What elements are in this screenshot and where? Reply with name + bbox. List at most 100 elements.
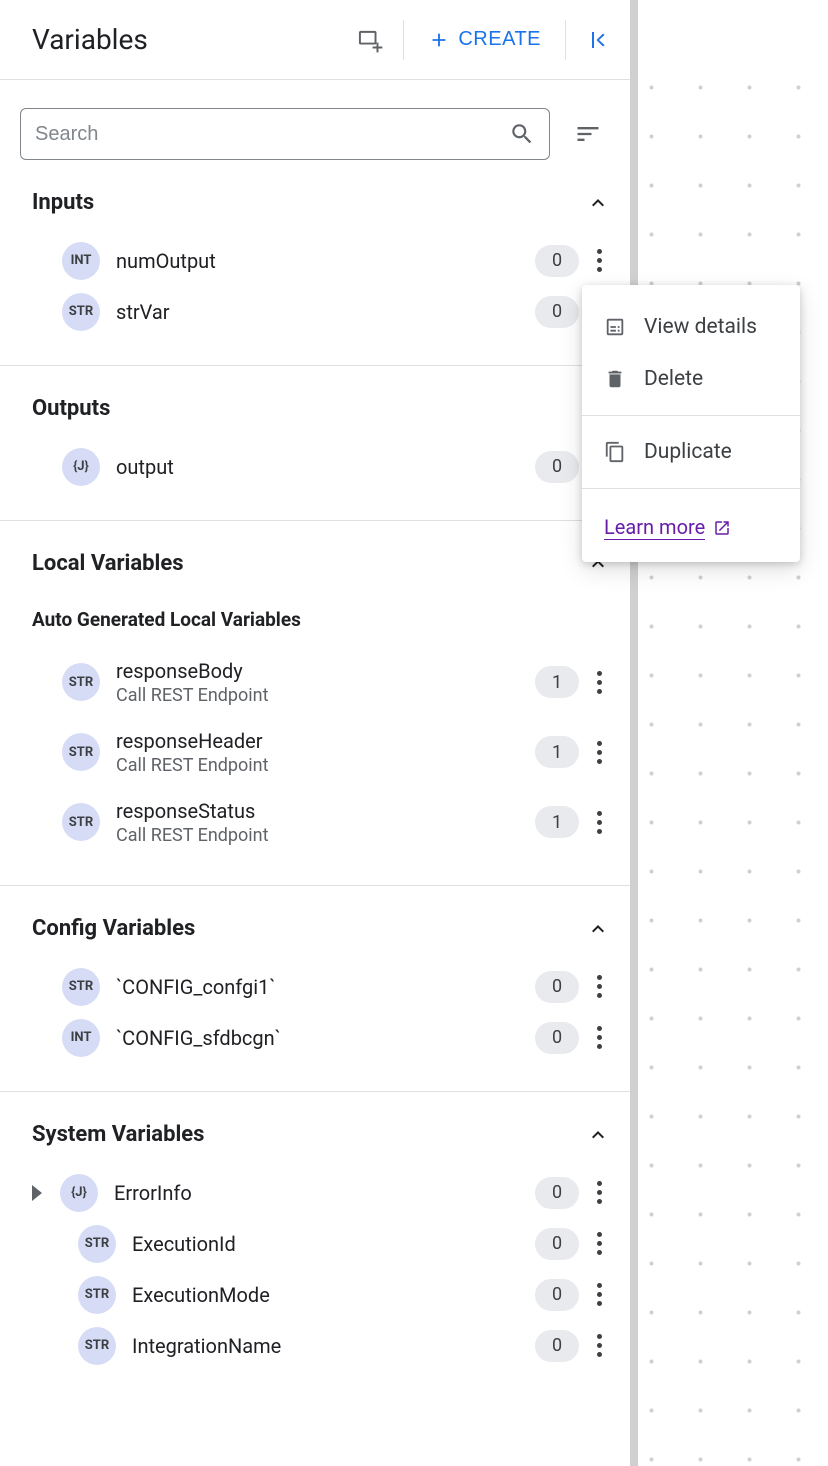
usage-count: 0	[535, 1022, 579, 1054]
trash-icon	[604, 368, 626, 390]
var-name: numOutput	[116, 249, 535, 273]
type-int-icon: INT	[62, 242, 100, 280]
menu-duplicate[interactable]: Duplicate	[582, 426, 800, 478]
section-config-header[interactable]: Config Variables	[32, 886, 610, 961]
plus-icon	[428, 29, 450, 51]
usage-count: 0	[535, 971, 579, 1003]
subsection-title: Auto Generated Local Variables	[32, 596, 610, 647]
type-str-icon: STR	[62, 968, 100, 1006]
var-name: responseBody	[116, 659, 535, 683]
type-str-icon: STR	[78, 1276, 116, 1314]
search-input[interactable]	[35, 123, 509, 146]
kebab-menu-button[interactable]	[589, 241, 610, 280]
usage-count: 0	[535, 245, 579, 277]
external-link-icon	[713, 519, 731, 537]
menu-learn-more[interactable]: Learn more	[582, 499, 800, 546]
var-config2[interactable]: INT `CONFIG_sfdbcgn` 0	[32, 1012, 610, 1063]
chevron-up-icon	[586, 1123, 610, 1147]
search-box[interactable]	[20, 108, 550, 160]
usage-count: 1	[535, 666, 579, 698]
chevron-up-icon	[586, 191, 610, 215]
create-button[interactable]: CREATE	[404, 28, 565, 51]
sort-icon	[574, 120, 602, 148]
context-menu: View details Delete Duplicate Learn more	[582, 285, 800, 562]
expand-tree-icon[interactable]	[32, 1185, 42, 1201]
usage-count: 0	[535, 1228, 579, 1260]
var-responseheader[interactable]: STR responseHeader Call REST Endpoint 1	[32, 717, 610, 787]
section-system-title: System Variables	[32, 1122, 204, 1147]
usage-count: 0	[535, 451, 579, 483]
var-subtitle: Call REST Endpoint	[116, 755, 535, 776]
kebab-menu-button[interactable]	[589, 1224, 610, 1263]
copy-icon	[604, 441, 626, 463]
section-system: System Variables {J} ErrorInfo 0 STR Exe…	[0, 1092, 630, 1399]
var-integrationname[interactable]: STR IntegrationName 0	[32, 1320, 610, 1371]
var-name: responseHeader	[116, 729, 535, 753]
var-responsebody[interactable]: STR responseBody Call REST Endpoint 1	[32, 647, 610, 717]
section-outputs-header[interactable]: Outputs	[32, 366, 610, 441]
var-name: responseStatus	[116, 799, 535, 823]
var-strvar[interactable]: STR strVar 0	[32, 286, 610, 337]
menu-delete[interactable]: Delete	[582, 353, 800, 405]
section-config: Config Variables STR `CONFIG_confgi1` 0 …	[0, 886, 630, 1092]
section-outputs: Outputs {J} output 0	[0, 366, 630, 521]
usage-count: 0	[535, 1279, 579, 1311]
usage-count: 0	[535, 1177, 579, 1209]
section-inputs: Inputs INT numOutput 0 STR strVar 0	[0, 180, 630, 366]
var-executionmode[interactable]: STR ExecutionMode 0	[32, 1269, 610, 1320]
type-json-icon: {J}	[60, 1174, 98, 1212]
section-inputs-header[interactable]: Inputs	[32, 180, 610, 235]
menu-view-details[interactable]: View details	[582, 301, 800, 353]
kebab-menu-button[interactable]	[589, 1326, 610, 1365]
search-icon	[509, 121, 535, 147]
kebab-menu-button[interactable]	[589, 663, 610, 702]
var-output[interactable]: {J} output 0	[32, 441, 610, 492]
add-box-icon	[357, 27, 383, 53]
kebab-menu-button[interactable]	[589, 967, 610, 1006]
type-int-icon: INT	[62, 1019, 100, 1057]
section-local: Local Variables Auto Generated Local Var…	[0, 521, 630, 886]
kebab-menu-button[interactable]	[589, 1275, 610, 1314]
usage-count: 0	[535, 296, 579, 328]
search-row	[0, 80, 630, 180]
var-numoutput[interactable]: INT numOutput 0	[32, 235, 610, 286]
sort-button[interactable]	[566, 112, 610, 156]
section-local-title: Local Variables	[32, 551, 184, 576]
menu-label: Delete	[644, 367, 703, 391]
var-errorinfo[interactable]: {J} ErrorInfo 0	[32, 1167, 610, 1218]
type-str-icon: STR	[62, 663, 100, 701]
var-name: ErrorInfo	[114, 1181, 535, 1205]
var-name: ExecutionMode	[132, 1283, 535, 1307]
var-executionid[interactable]: STR ExecutionId 0	[32, 1218, 610, 1269]
type-str-icon: STR	[78, 1327, 116, 1365]
var-responsestatus[interactable]: STR responseStatus Call REST Endpoint 1	[32, 787, 610, 857]
section-local-header[interactable]: Local Variables	[32, 521, 610, 596]
create-label: CREATE	[458, 28, 541, 51]
kebab-menu-button[interactable]	[589, 1173, 610, 1212]
var-subtitle: Call REST Endpoint	[116, 685, 535, 706]
add-box-button[interactable]	[349, 19, 403, 61]
usage-count: 0	[535, 1330, 579, 1362]
var-name: output	[116, 455, 535, 479]
collapse-icon	[586, 28, 610, 52]
menu-label: View details	[644, 315, 757, 339]
kebab-menu-button[interactable]	[589, 803, 610, 842]
section-inputs-title: Inputs	[32, 190, 94, 215]
var-name: ExecutionId	[132, 1232, 535, 1256]
var-name: strVar	[116, 300, 535, 324]
var-name: `CONFIG_confgi1`	[116, 975, 535, 999]
view-details-icon	[604, 316, 626, 338]
type-str-icon: STR	[62, 293, 100, 331]
usage-count: 1	[535, 806, 579, 838]
usage-count: 1	[535, 736, 579, 768]
kebab-menu-button[interactable]	[589, 733, 610, 772]
header-actions: CREATE	[349, 0, 630, 79]
collapse-panel-button[interactable]	[566, 28, 630, 52]
section-system-header[interactable]: System Variables	[32, 1092, 610, 1167]
kebab-menu-button[interactable]	[589, 1018, 610, 1057]
panel-title: Variables	[32, 23, 148, 56]
learn-more-link[interactable]: Learn more	[604, 515, 705, 540]
type-json-icon: {J}	[62, 448, 100, 486]
var-config1[interactable]: STR `CONFIG_confgi1` 0	[32, 961, 610, 1012]
menu-label: Duplicate	[644, 440, 732, 464]
